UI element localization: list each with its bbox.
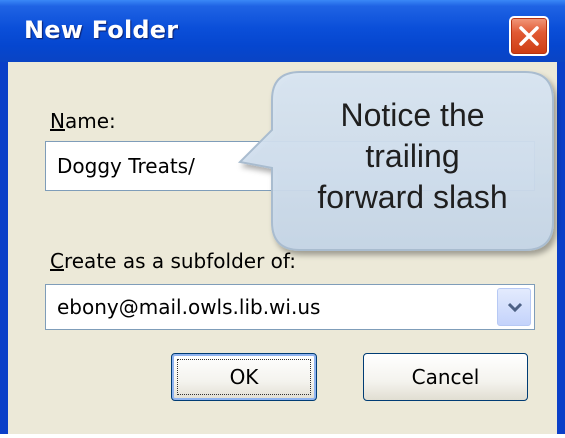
close-icon [519, 26, 539, 46]
cancel-label: Cancel [411, 365, 480, 389]
ok-button[interactable]: OK [171, 353, 317, 401]
name-label: Name: [50, 109, 116, 133]
new-folder-dialog: New Folder Name: Doggy Treats/ Create as… [0, 0, 565, 434]
subfolder-label: Create as a subfolder of: [50, 249, 296, 273]
ok-label: OK [229, 365, 259, 389]
parent-folder-select[interactable]: ebony@mail.owls.lib.wi.us [45, 284, 535, 330]
parent-folder-value: ebony@mail.owls.lib.wi.us [57, 295, 321, 319]
cancel-button[interactable]: Cancel [363, 353, 528, 401]
name-label-rest: ame: [64, 109, 116, 133]
dialog-body: Name: Doggy Treats/ Create as a subfolde… [8, 62, 557, 434]
subfolder-label-accel: C [50, 249, 64, 273]
folder-name-input[interactable]: Doggy Treats/ [45, 141, 535, 191]
title-bar[interactable]: New Folder [0, 0, 565, 62]
dialog-title: New Folder [24, 16, 179, 44]
folder-name-value: Doggy Treats/ [57, 154, 195, 178]
close-button[interactable] [509, 16, 549, 56]
chevron-down-icon [507, 302, 523, 313]
subfolder-label-rest: reate as a subfolder of: [63, 249, 296, 273]
name-label-accel: N [50, 109, 65, 133]
dropdown-button[interactable] [497, 288, 531, 326]
